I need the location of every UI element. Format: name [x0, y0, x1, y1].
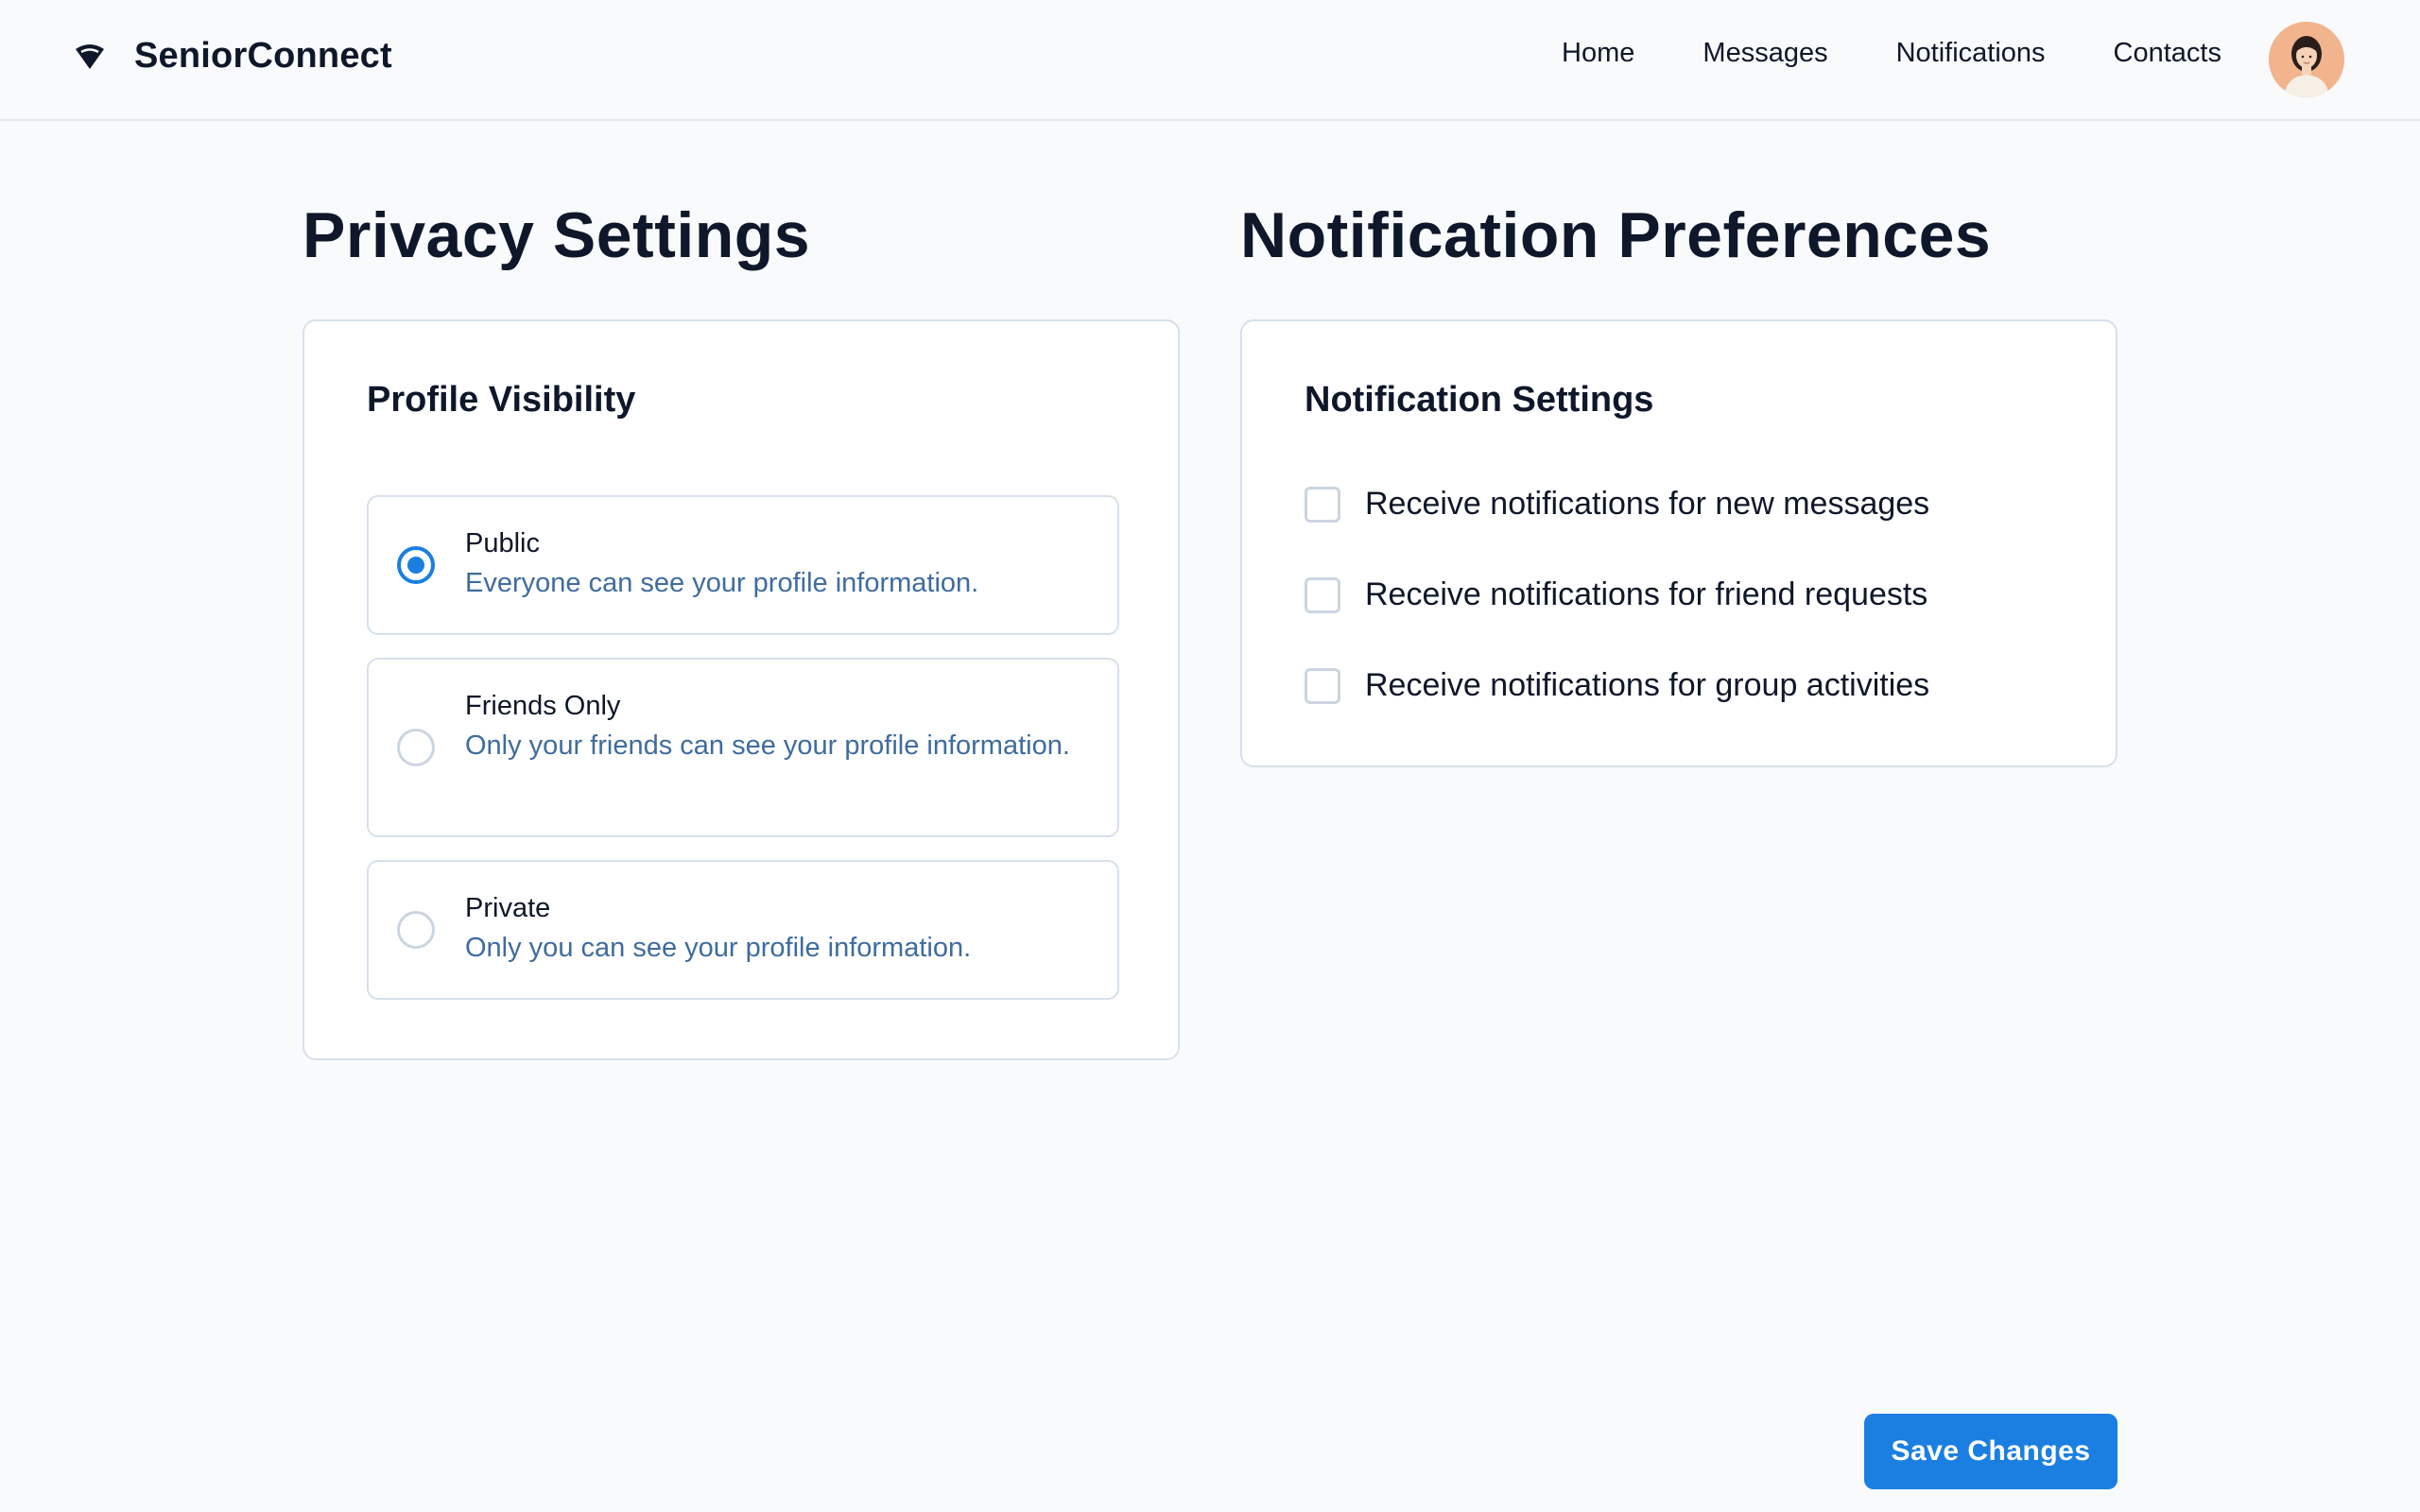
notification-settings-card: Notification Settings Receive notificati…	[1240, 319, 2118, 767]
top-navbar: SeniorConnect Home Messages Notification…	[0, 0, 2420, 121]
avatar-icon	[2269, 22, 2344, 97]
option-label: Private	[465, 893, 551, 923]
visibility-option-friends-only[interactable]: Friends Only Only your friends can see y…	[367, 658, 1119, 837]
radio-private[interactable]	[397, 911, 435, 949]
profile-visibility-card: Profile Visibility Public Everyone can s…	[302, 319, 1180, 1060]
option-description: Only your friends can see your profile i…	[465, 730, 1070, 761]
checkbox-new-messages[interactable]	[1305, 486, 1340, 523]
option-label: Friends Only	[465, 691, 621, 721]
app-name: SeniorConnect	[134, 36, 392, 76]
visibility-option-private[interactable]: Private Only you can see your profile in…	[367, 860, 1119, 1000]
profile-visibility-heading: Profile Visibility	[367, 380, 636, 420]
notification-settings-heading: Notification Settings	[1305, 380, 1654, 420]
brand[interactable]: SeniorConnect	[74, 36, 392, 77]
nav-messages[interactable]: Messages	[1703, 38, 1827, 69]
visibility-option-public[interactable]: Public Everyone can see your profile inf…	[367, 495, 1119, 635]
checkbox-label: Receive notifications for new messages	[1365, 486, 1930, 522]
checkbox-group-activities[interactable]	[1305, 667, 1340, 704]
radio-friends-only[interactable]	[397, 729, 435, 766]
option-description: Only you can see your profile informatio…	[465, 933, 972, 963]
option-label: Public	[465, 528, 540, 558]
privacy-settings-title: Privacy Settings	[302, 199, 811, 271]
user-avatar[interactable]	[2269, 22, 2344, 97]
main-nav: Home Messages Notifications Contacts	[1562, 38, 2221, 69]
option-description: Everyone can see your profile informatio…	[465, 568, 979, 598]
checkbox-label: Receive notifications for group activiti…	[1365, 667, 1930, 703]
save-changes-button[interactable]: Save Changes	[1864, 1414, 2118, 1489]
wifi-signal-icon	[76, 43, 104, 69]
notification-preferences-title: Notification Preferences	[1240, 199, 1992, 271]
nav-home[interactable]: Home	[1562, 38, 1634, 69]
notify-group-activities-row[interactable]: Receive notifications for group activiti…	[1305, 667, 1929, 704]
notify-new-messages-row[interactable]: Receive notifications for new messages	[1305, 486, 1929, 523]
notify-friend-requests-row[interactable]: Receive notifications for friend request…	[1305, 576, 1927, 613]
checkbox-label: Receive notifications for friend request…	[1365, 576, 1928, 612]
nav-contacts[interactable]: Contacts	[2114, 38, 2221, 69]
nav-notifications[interactable]: Notifications	[1896, 38, 2046, 69]
checkbox-friend-requests[interactable]	[1305, 576, 1340, 613]
radio-public[interactable]	[397, 546, 435, 584]
